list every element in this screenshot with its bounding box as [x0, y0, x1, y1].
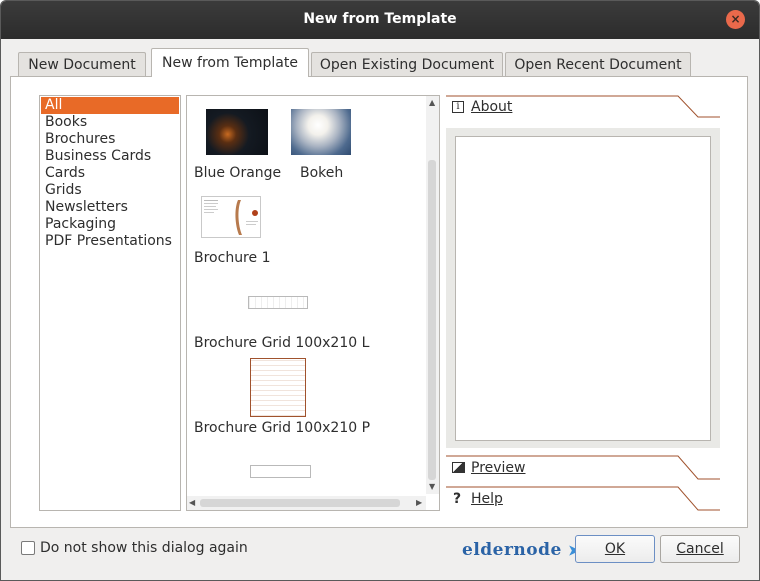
ok-label: OK [604, 541, 626, 557]
help-expander[interactable]: ? Help [446, 487, 720, 511]
list-item[interactable]: Cards [41, 165, 179, 182]
dont-show-checkbox[interactable] [21, 541, 35, 555]
image-icon [452, 462, 465, 473]
template-thumbnail-brochure-grid-l[interactable] [248, 296, 308, 309]
tab-label: Open Existing Document [319, 57, 495, 73]
tab-new-from-template[interactable]: New from Template [151, 48, 309, 77]
list-item[interactable]: Newsletters [41, 199, 179, 216]
template-view[interactable] [186, 95, 440, 511]
scroll-right-icon[interactable]: ▶ [416, 498, 422, 507]
template-thumbnail-bokeh[interactable] [291, 109, 351, 155]
template-label[interactable]: Brochure Grid 100x210 L [194, 335, 369, 351]
question-icon: ? [453, 491, 462, 507]
tab-label: Open Recent Document [514, 57, 682, 73]
template-label[interactable]: Bokeh [300, 165, 343, 181]
template-label[interactable]: Brochure 1 [194, 250, 270, 266]
list-item[interactable]: All [41, 97, 179, 114]
info-icon: i [452, 101, 464, 113]
horizontal-scrollbar[interactable]: ◀ ▶ [187, 496, 426, 510]
template-thumbnail-brochure-1[interactable] [201, 196, 261, 238]
template-thumbnail-partial[interactable] [250, 465, 311, 478]
scroll-down-icon[interactable]: ▼ [429, 482, 435, 491]
preview-expander[interactable]: Preview [446, 456, 720, 480]
list-item[interactable]: Books [41, 114, 179, 131]
scroll-thumb[interactable] [200, 499, 400, 507]
tab-label: New Document [28, 57, 136, 73]
scroll-thumb[interactable] [428, 160, 436, 480]
ok-button[interactable]: OK [575, 535, 655, 563]
cancel-label: Cancel [676, 541, 724, 557]
list-item[interactable]: PDF Presentations [41, 233, 179, 250]
preview-label: Preview [471, 460, 526, 476]
about-content [455, 136, 711, 441]
list-item[interactable]: Brochures [41, 131, 179, 148]
template-label[interactable]: Brochure Grid 100x210 P [194, 420, 370, 436]
eldernode-logo: eldernode ➤ [462, 540, 581, 560]
title-bar[interactable]: New from Template × [1, 1, 759, 39]
tab-new-document[interactable]: New Document [18, 52, 146, 76]
tab-label: New from Template [162, 55, 298, 71]
list-item[interactable]: Grids [41, 182, 179, 199]
help-label: Help [471, 491, 503, 507]
close-icon[interactable]: × [726, 10, 745, 29]
template-thumbnail-blue-orange[interactable] [206, 109, 268, 155]
list-item[interactable]: Business Cards [41, 148, 179, 165]
tab-open-recent-document[interactable]: Open Recent Document [505, 52, 691, 76]
template-thumbnail-brochure-grid-p[interactable] [250, 358, 306, 417]
category-list[interactable]: All Books Brochures Business Cards Cards… [39, 95, 181, 511]
cancel-button[interactable]: Cancel [660, 535, 740, 563]
about-label: About [471, 99, 513, 115]
tab-open-existing-document[interactable]: Open Existing Document [311, 52, 503, 76]
window-title: New from Template [303, 11, 457, 27]
scroll-left-icon[interactable]: ◀ [189, 498, 195, 507]
list-item[interactable]: Packaging [41, 216, 179, 233]
scroll-up-icon[interactable]: ▲ [429, 98, 435, 107]
template-label[interactable]: Blue Orange [194, 165, 281, 181]
about-expander[interactable]: i About [446, 95, 720, 119]
vertical-scrollbar[interactable]: ▲ ▼ [426, 96, 439, 494]
brochure-preview-graphic [204, 200, 258, 235]
dont-show-label[interactable]: Do not show this dialog again [40, 540, 248, 556]
logo-text: eldernode [462, 540, 562, 560]
